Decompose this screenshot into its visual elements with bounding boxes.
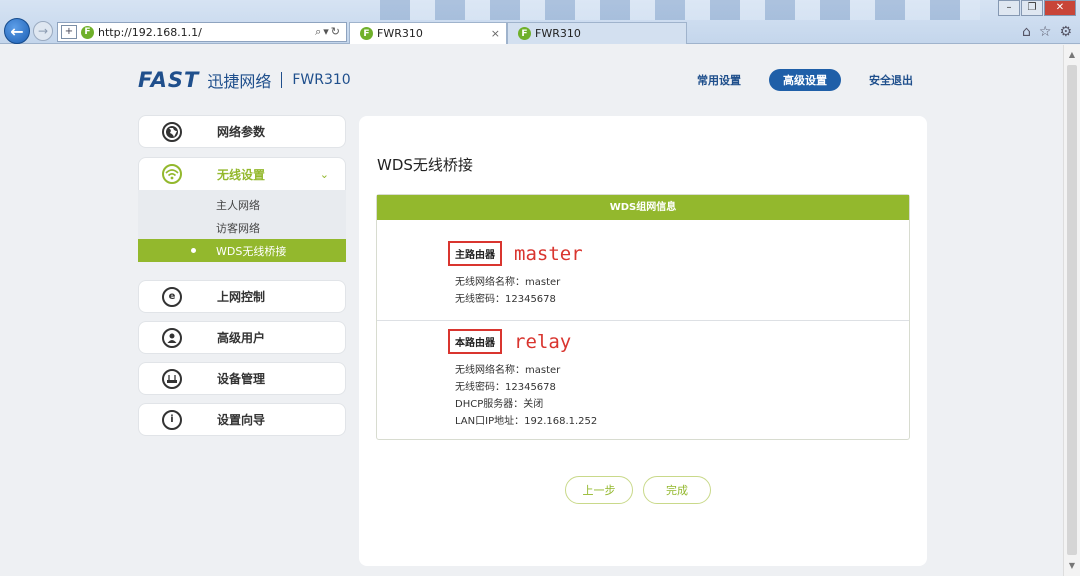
window-controls: – ❐ ✕ xyxy=(997,0,1076,16)
nav-logout[interactable]: 安全退出 xyxy=(860,69,922,91)
sidebar-item-label: 设置向导 xyxy=(217,413,266,427)
wifi-icon xyxy=(162,164,182,184)
page-scrollbar[interactable]: ▲ ▼ xyxy=(1063,45,1080,576)
submenu-item-wds[interactable]: WDS无线桥接 xyxy=(138,239,346,262)
relay-password: 无线密码：12345678 xyxy=(455,382,556,393)
submenu-label: 主人网络 xyxy=(216,198,260,212)
nav-advanced-settings[interactable]: 高级设置 xyxy=(769,69,841,91)
submenu-label: WDS无线桥接 xyxy=(216,244,287,258)
brand-name: FAST xyxy=(138,68,200,92)
tab-close-icon[interactable]: × xyxy=(491,27,500,40)
sidebar-item-setup-wizard[interactable]: i 设置向导 xyxy=(138,403,346,436)
search-refresh-icon[interactable]: ⌕▾↻ xyxy=(315,25,346,39)
sidebar-item-advanced-user[interactable]: 高级用户 xyxy=(138,321,346,354)
nav-common-settings[interactable]: 常用设置 xyxy=(688,69,750,91)
sidebar-item-label: 无线设置 xyxy=(217,167,266,182)
master-router-section: 主路由器 master 无线网络名称：master 无线密码：12345678 xyxy=(377,220,909,321)
brand-name-cn: 迅捷网络 xyxy=(207,72,272,91)
submenu-item-host-network[interactable]: 主人网络 xyxy=(138,193,346,216)
globe-icon xyxy=(162,121,182,142)
relay-lan-ip: LAN口IP地址：192.168.1.252 xyxy=(455,416,598,427)
sidebar-item-label: 上网控制 xyxy=(217,290,266,304)
user-icon xyxy=(162,327,182,348)
finish-button[interactable]: 完成 xyxy=(643,476,711,504)
tab-label: FWR310 xyxy=(535,27,581,40)
active-dot-icon xyxy=(191,248,196,253)
wds-info-panel: WDS组网信息 主路由器 master 无线网络名称：master 无线密码：1… xyxy=(376,194,910,440)
content-card: WDS无线桥接 WDS组网信息 主路由器 master 无线网络名称：maste… xyxy=(359,116,927,566)
relay-router-section: 本路由器 relay 无线网络名称：master 无线密码：12345678 D… xyxy=(377,321,909,439)
sidebar-item-device-management[interactable]: 设备管理 xyxy=(138,362,346,395)
tab-label: FWR310 xyxy=(377,27,423,40)
site-favicon-icon: F xyxy=(81,25,94,39)
page-title: WDS无线桥接 xyxy=(377,156,473,174)
back-arrow-icon[interactable]: ← xyxy=(4,18,30,44)
submenu-label: 访客网络 xyxy=(216,221,260,235)
browser-chrome: ← → + F http://192.168.1.1/ ⌕▾↻ F FWR310… xyxy=(0,0,1080,44)
router-icon xyxy=(162,368,182,389)
master-ssid: 无线网络名称：master xyxy=(455,277,561,288)
master-router-tag: 主路由器 xyxy=(448,241,502,266)
logo-divider xyxy=(281,72,283,88)
sidebar-item-label: 设备管理 xyxy=(217,372,266,386)
tab-fwr310-active[interactable]: F FWR310 × xyxy=(349,22,507,44)
sidebar-item-label: 网络参数 xyxy=(217,125,266,139)
sidebar-item-wireless[interactable]: 无线设置 ⌄ xyxy=(138,157,346,190)
relay-router-tag: 本路由器 xyxy=(448,329,502,354)
home-icon[interactable]: ⌂ xyxy=(1022,24,1031,40)
browser-toolbar-icons: ⌂ ☆ ⚙ xyxy=(1022,24,1072,40)
brand-logo: FAST 迅捷网络 FWR310 xyxy=(138,68,351,92)
tab-favicon-icon: F xyxy=(518,27,531,40)
master-password: 无线密码：12345678 xyxy=(455,294,556,305)
previous-step-button[interactable]: 上一步 xyxy=(565,476,633,504)
chevron-down-icon[interactable]: ⌄ xyxy=(320,168,329,181)
address-url[interactable]: http://192.168.1.1/ xyxy=(98,26,315,39)
relay-ssid: 无线网络名称：master xyxy=(455,365,561,376)
forward-arrow-icon[interactable]: → xyxy=(33,21,53,41)
gear-icon[interactable]: ⚙ xyxy=(1059,24,1072,40)
sidebar-item-label: 高级用户 xyxy=(217,331,266,345)
master-annotation: master xyxy=(514,243,583,265)
info-icon: i xyxy=(162,409,182,430)
minimize-icon[interactable]: – xyxy=(998,0,1020,16)
address-bar[interactable]: + F http://192.168.1.1/ ⌕▾↻ xyxy=(57,22,347,42)
relay-annotation: relay xyxy=(514,331,572,353)
compat-icon[interactable]: + xyxy=(61,25,77,39)
scroll-down-icon[interactable]: ▼ xyxy=(1064,558,1080,574)
close-window-icon[interactable]: ✕ xyxy=(1044,0,1076,16)
model-name: FWR310 xyxy=(292,72,351,88)
scroll-thumb[interactable] xyxy=(1067,65,1077,555)
ie-icon: e xyxy=(162,286,182,307)
sidebar-item-access-control[interactable]: e 上网控制 xyxy=(138,280,346,313)
panel-title: WDS组网信息 xyxy=(377,195,909,220)
tab-fwr310[interactable]: F FWR310 xyxy=(507,22,687,44)
relay-dhcp: DHCP服务器：关闭 xyxy=(455,399,544,410)
titlebar-decoration xyxy=(380,0,980,20)
tab-favicon-icon: F xyxy=(360,27,373,40)
star-icon[interactable]: ☆ xyxy=(1039,24,1052,40)
wireless-submenu: 主人网络 访客网络 WDS无线桥接 xyxy=(138,190,346,262)
submenu-item-guest-network[interactable]: 访客网络 xyxy=(138,216,346,239)
sidebar-item-network[interactable]: 网络参数 xyxy=(138,115,346,148)
restore-icon[interactable]: ❐ xyxy=(1021,0,1043,16)
scroll-up-icon[interactable]: ▲ xyxy=(1064,47,1080,63)
